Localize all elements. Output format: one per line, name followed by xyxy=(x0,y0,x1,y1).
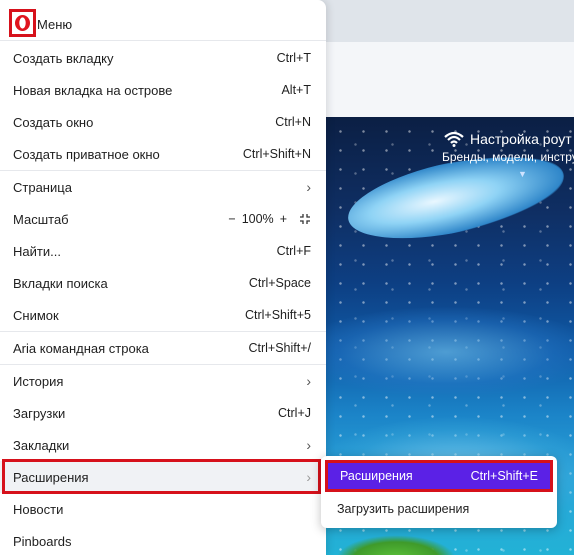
menu-item-shortcut: Ctrl+N xyxy=(275,115,311,129)
menu-item-new-tab-island[interactable]: Новая вкладка на острове Alt+T xyxy=(0,74,326,106)
submenu-item-get-extensions[interactable]: Загрузить расширения xyxy=(325,493,553,525)
menu-item-shortcut: Ctrl+T xyxy=(276,51,311,65)
speed-dial-widget[interactable]: Настройка роут Бренды, модели, инстру ▼ xyxy=(442,131,574,179)
menu-item-label: Закладки xyxy=(13,437,70,453)
menu-item-downloads[interactable]: Загрузки Ctrl+J xyxy=(0,397,326,429)
chevron-right-icon: › xyxy=(306,437,311,453)
menu-item-label: История xyxy=(13,373,64,389)
menu-item-label: Создать вкладку xyxy=(13,50,114,66)
menu-item-new-window[interactable]: Создать окно Ctrl+N xyxy=(0,106,326,138)
menu-item-shortcut: Ctrl+Shift+N xyxy=(242,147,311,161)
widget-title: Настройка роут xyxy=(470,131,572,147)
divider xyxy=(0,40,326,41)
menu-item-label: Масштаб xyxy=(13,211,69,227)
menu-item-label: Снимок xyxy=(13,307,59,323)
menu-title: Меню xyxy=(37,17,73,32)
zoom-controls: − 100% + xyxy=(228,212,311,226)
submenu-item-label: Расширения xyxy=(340,469,413,483)
menu-item-news[interactable]: Новости xyxy=(0,493,326,525)
menu-item-label: Aria командная строка xyxy=(13,340,149,356)
extensions-highlight-frame xyxy=(2,459,321,494)
fullscreen-icon[interactable] xyxy=(299,213,311,225)
menu-item-shortcut: Ctrl+F xyxy=(276,244,311,258)
menu-item-shortcut: Alt+T xyxy=(281,83,311,97)
menu-item-zoom: Масштаб − 100% + xyxy=(0,203,326,235)
menu-item-history[interactable]: История › xyxy=(0,365,326,397)
opera-logo-highlight[interactable] xyxy=(9,9,36,37)
menu-item-shortcut: Ctrl+Shift+/ xyxy=(248,341,311,355)
extensions-submenu: Расширения Ctrl+Shift+E Загрузить расшир… xyxy=(321,456,557,528)
menu-item-shortcut: Ctrl+Shift+5 xyxy=(244,308,311,322)
menu-header: Меню xyxy=(0,0,326,40)
chevron-right-icon: › xyxy=(306,373,311,389)
zoom-out-button[interactable]: − xyxy=(228,212,235,226)
wifi-icon xyxy=(444,131,464,147)
menu-item-label: Создать окно xyxy=(13,114,94,130)
menu-item-label: Страница xyxy=(13,179,72,195)
wallpaper-wave xyxy=(326,307,574,397)
opera-logo-icon xyxy=(15,15,30,31)
menu-item-label: Pinboards xyxy=(13,533,72,549)
menu-item-search-tabs[interactable]: Вкладки поиска Ctrl+Space xyxy=(0,267,326,299)
menu-item-private-window[interactable]: Создать приватное окно Ctrl+Shift+N xyxy=(0,138,326,170)
menu-item-label: Вкладки поиска xyxy=(13,275,108,291)
zoom-value: 100% xyxy=(241,212,274,226)
submenu-item-label: Загрузить расширения xyxy=(337,502,470,516)
chevron-right-icon: › xyxy=(306,179,311,195)
menu-item-label: Новости xyxy=(13,501,64,517)
menu-item-snapshot[interactable]: Снимок Ctrl+Shift+5 xyxy=(0,299,326,331)
caret-down-icon[interactable]: ▼ xyxy=(518,169,527,179)
menu-item-page[interactable]: Страница › xyxy=(0,171,326,203)
menu-item-label: Новая вкладка на острове xyxy=(13,82,173,98)
menu-item-new-tab[interactable]: Создать вкладку Ctrl+T xyxy=(0,42,326,74)
menu-item-bookmarks[interactable]: Закладки › xyxy=(0,429,326,461)
menu-item-aria[interactable]: Aria командная строка Ctrl+Shift+/ xyxy=(0,332,326,364)
menu-item-label: Загрузки xyxy=(13,405,66,421)
zoom-in-button[interactable]: + xyxy=(280,212,287,226)
submenu-item-shortcut: Ctrl+Shift+E xyxy=(470,469,538,483)
widget-subtitle: Бренды, модели, инстру xyxy=(442,150,574,164)
menu-item-find[interactable]: Найти... Ctrl+F xyxy=(0,235,326,267)
menu-item-pinboards[interactable]: Pinboards xyxy=(0,525,326,555)
menu-item-shortcut: Ctrl+Space xyxy=(248,276,311,290)
menu-item-shortcut: Ctrl+J xyxy=(278,406,311,420)
menu-item-label: Создать приватное окно xyxy=(13,146,160,162)
menu-item-label: Найти... xyxy=(13,243,61,259)
submenu-item-extensions[interactable]: Расширения Ctrl+Shift+E xyxy=(325,460,553,492)
